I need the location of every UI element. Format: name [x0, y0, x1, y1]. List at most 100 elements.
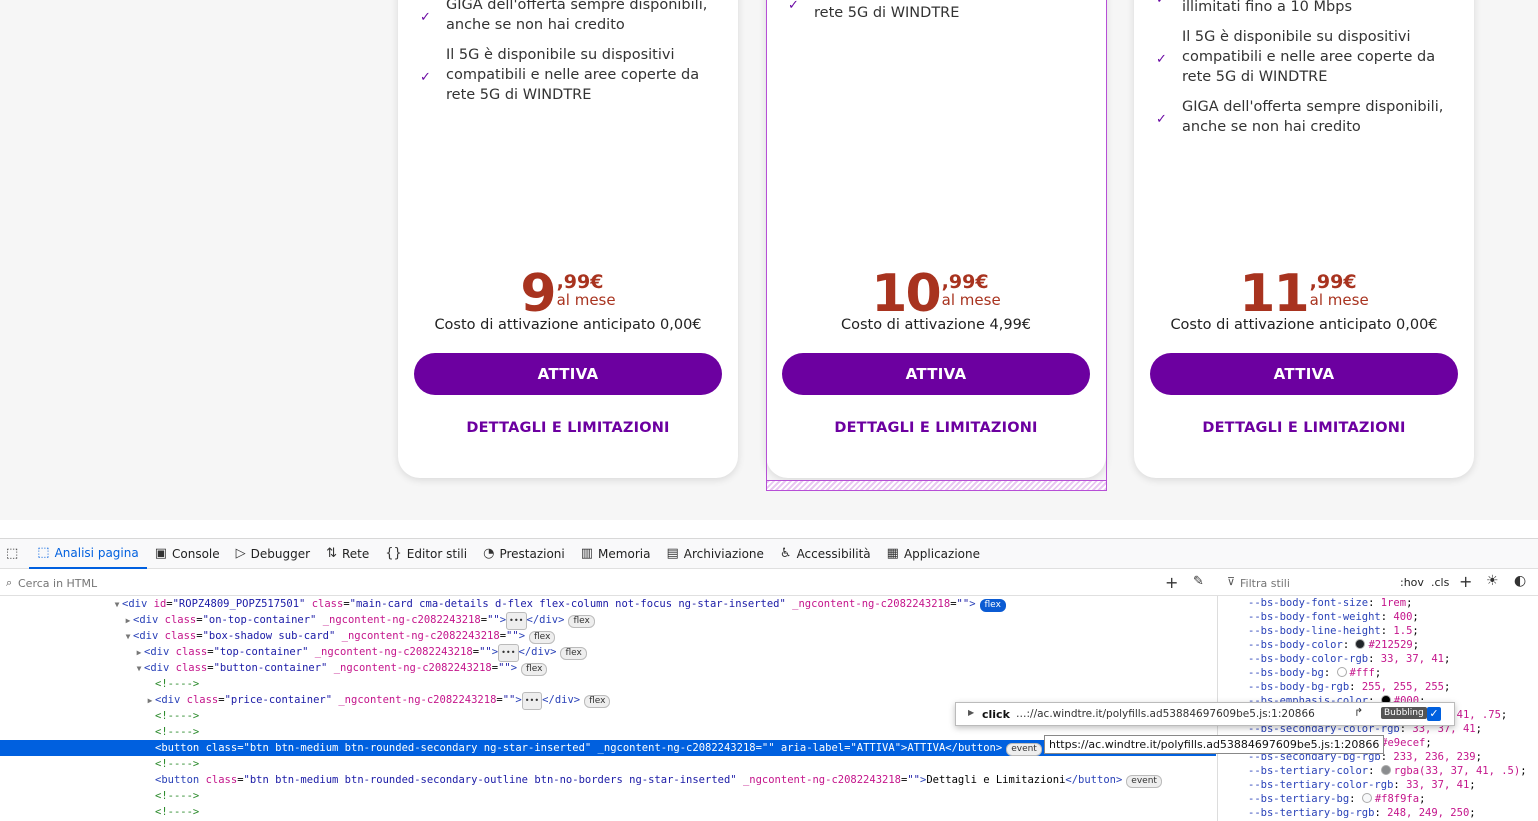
price-integer: 9: [520, 264, 556, 324]
dettagli-link[interactable]: DETTAGLI E LIMITAZIONI: [1134, 420, 1474, 436]
hov-toggle[interactable]: :hov: [1400, 576, 1424, 589]
add-rule-icon[interactable]: +: [1459, 572, 1472, 591]
css-declaration[interactable]: --bs-tertiary-color-rgb: 33, 37, 41;: [1218, 778, 1538, 792]
css-declaration[interactable]: --bs-body-font-size: 1rem;: [1218, 596, 1538, 610]
expand-toggle-icon[interactable]: ▶: [123, 613, 133, 629]
node-markup: <!---->: [155, 710, 200, 722]
tab-editor-stili[interactable]: {} Editor stili: [377, 539, 475, 569]
feature-text: poi continui a navigare con GIGA illimit…: [1182, 0, 1352, 15]
tab-debugger[interactable]: ▷ Debugger: [228, 539, 318, 569]
activation-cost: Costo di attivazione 4,99€: [840, 317, 1032, 333]
tab-memoria[interactable]: ▥ Memoria: [573, 539, 659, 569]
tab-applicazione[interactable]: ▦ Applicazione: [879, 539, 988, 569]
event-badge[interactable]: event: [1126, 775, 1162, 788]
tab-console[interactable]: ▣ Console: [147, 539, 228, 569]
feature-text: compatibili e nelle aree coperte da rete…: [814, 0, 1067, 21]
tab-label: Editor stili: [406, 546, 468, 561]
flex-badge[interactable]: flex: [521, 663, 548, 676]
tab-analisi-pagina[interactable]: ⬚ Analisi pagina: [29, 539, 147, 569]
markup-node[interactable]: <!---->: [0, 804, 1216, 820]
node-markup: <div class="box-shadow sub-card" _ngcont…: [133, 630, 526, 642]
flex-badge[interactable]: flex: [529, 631, 556, 644]
bubbling-checkbox[interactable]: ✓: [1427, 707, 1441, 721]
node-markup: <div class="top-container" _ngcontent-ng…: [144, 644, 556, 662]
offer-card: ✓ GIGA dell'offerta sempre disponibili, a…: [398, 0, 738, 478]
element-picker-icon: ⬚: [6, 546, 19, 561]
price-cents: ,99€: [941, 271, 989, 293]
markup-node[interactable]: <!---->: [0, 676, 1216, 692]
devtools-toolbar: ⌕ + ✎ ⊽ :hov .cls + ☀ ◐: [0, 570, 1538, 596]
attiva-button[interactable]: ATTIVA: [1150, 353, 1458, 395]
event-badge[interactable]: event: [1006, 743, 1042, 756]
color-swatch[interactable]: [1336, 667, 1347, 677]
console-icon: ▣: [154, 546, 168, 561]
css-declaration[interactable]: --bs-body-color-rgb: 33, 37, 41;: [1218, 652, 1538, 666]
dettagli-link[interactable]: DETTAGLI E LIMITAZIONI: [398, 420, 738, 436]
flex-badge[interactable]: flex: [584, 695, 611, 708]
css-declaration[interactable]: --bs-body-font-weight: 400;: [1218, 610, 1538, 624]
css-declaration[interactable]: --bs-body-bg-rgb: 255, 255, 255;: [1218, 680, 1538, 694]
price-integer: 11: [1239, 264, 1309, 324]
eyedropper-icon[interactable]: ✎: [1193, 574, 1204, 589]
element-picker-button[interactable]: ⬚: [0, 539, 29, 569]
light-theme-icon[interactable]: ☀: [1486, 573, 1499, 589]
markup-node[interactable]: ▶ <div class="top-container" _ngcontent-n…: [0, 644, 1216, 662]
markup-node[interactable]: ▼ <div id="ROPZ4809_POPZ517501" class="ma…: [0, 596, 1216, 612]
node-markup: <div class="price-container" _ngcontent-…: [155, 692, 580, 710]
tab-prestazioni[interactable]: ◔ Prestazioni: [475, 539, 573, 569]
expand-toggle-icon[interactable]: ▼: [134, 661, 144, 677]
markup-node[interactable]: <!---->: [0, 788, 1216, 804]
markup-node[interactable]: <button class="btn btn-medium btn-rounde…: [0, 772, 1216, 788]
web-page-viewport: ✓ GIGA dell'offerta sempre disponibili, a…: [0, 0, 1538, 520]
event-source-link[interactable]: …://ac.windtre.it/polyfills.ad5388469760…: [1016, 708, 1315, 720]
css-declaration[interactable]: --bs-body-line-height: 1.5;: [1218, 624, 1538, 638]
storage-icon: ▤: [666, 546, 679, 561]
styles-filter-input[interactable]: [1240, 574, 1390, 592]
expand-toggle-icon[interactable]: ▼: [112, 597, 122, 613]
expand-toggle-icon[interactable]: ▶: [145, 693, 155, 709]
filter-icon: ⊽: [1227, 575, 1236, 588]
offer-card: ✓ compatibili e nelle aree coperte da ret…: [766, 0, 1106, 478]
flex-badge[interactable]: flex: [568, 615, 595, 628]
color-swatch[interactable]: [1355, 639, 1366, 649]
expand-arrow-icon[interactable]: ▶: [968, 708, 974, 717]
flex-badge[interactable]: flex: [979, 599, 1006, 612]
tab-rete[interactable]: ⇅ Rete: [318, 539, 377, 569]
markup-node[interactable]: <!---->: [0, 756, 1216, 772]
feature-text: GIGA dell'offerta sempre disponibili, an…: [1182, 99, 1444, 135]
markup-node-selected[interactable]: <button class="btn btn-medium btn-rounde…: [0, 740, 1216, 756]
css-declaration[interactable]: --bs-tertiary-bg-rgb: 248, 249, 250;: [1218, 806, 1538, 820]
expand-toggle-icon[interactable]: ▼: [123, 629, 133, 645]
debugger-icon: ▷: [235, 546, 246, 561]
html-search-input[interactable]: [18, 574, 418, 592]
markup-node[interactable]: ▼ <div class="box-shadow sub-card" _ngcon…: [0, 628, 1216, 644]
color-swatch[interactable]: [1380, 765, 1391, 775]
tab-label: Console: [172, 546, 220, 561]
markup-node[interactable]: ▶ <div class="on-top-container" _ngconten…: [0, 612, 1216, 630]
attiva-button[interactable]: ATTIVA: [414, 353, 722, 395]
price-period: al mese: [941, 291, 1001, 309]
accessibility-icon: ♿: [779, 546, 792, 561]
tab-archiviazione[interactable]: ▤ Archiviazione: [658, 539, 771, 569]
inspector-margin-overlay: [766, 480, 1107, 491]
node-markup: <!---->: [155, 678, 200, 690]
markup-node[interactable]: ▼ <div class="button-container" _ngconten…: [0, 660, 1216, 676]
flex-badge[interactable]: flex: [560, 647, 587, 660]
css-declaration[interactable]: --bs-body-color: #212529;: [1218, 638, 1538, 652]
attiva-button[interactable]: ATTIVA: [782, 353, 1090, 395]
markup-node[interactable]: <!---->: [0, 724, 1216, 740]
cls-toggle[interactable]: .cls: [1431, 576, 1449, 589]
price: 9,99€ al mese: [398, 264, 738, 324]
color-swatch[interactable]: [1361, 793, 1372, 803]
css-declaration[interactable]: --bs-tertiary-bg: #f8f9fa;: [1218, 792, 1538, 806]
node-markup: <!---->: [155, 790, 200, 802]
dark-theme-icon[interactable]: ◐: [1514, 573, 1526, 589]
css-declaration[interactable]: --bs-tertiary-color: rgba(33, 37, 41, .5…: [1218, 764, 1538, 778]
feature-item: ✓ Il 5G è disponibile su dispositivi comp…: [420, 45, 708, 105]
tab-accessibilit-[interactable]: ♿ Accessibilità: [772, 539, 879, 569]
dettagli-link[interactable]: DETTAGLI E LIMITAZIONI: [766, 420, 1106, 436]
add-node-icon[interactable]: +: [1165, 573, 1178, 592]
expand-toggle-icon[interactable]: ▶: [134, 645, 144, 661]
css-declaration[interactable]: --bs-body-bg: #fff;: [1218, 666, 1538, 680]
jump-to-source-icon[interactable]: ↱: [1354, 706, 1363, 719]
